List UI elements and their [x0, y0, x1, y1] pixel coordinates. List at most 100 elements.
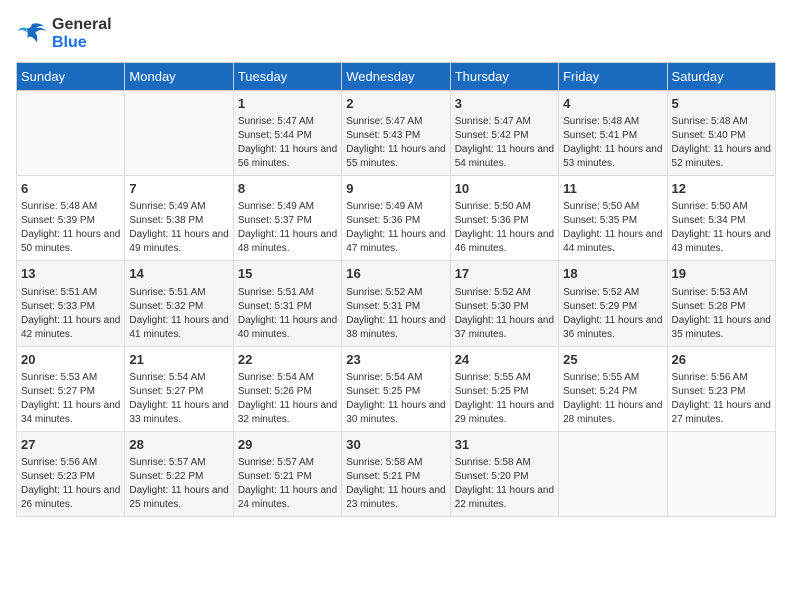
day-info: Sunrise: 5:58 AM Sunset: 5:20 PM Dayligh…: [455, 456, 554, 512]
day-number: 22: [238, 351, 337, 369]
day-info: Sunrise: 5:49 AM Sunset: 5:36 PM Dayligh…: [346, 200, 445, 256]
day-number: 5: [672, 95, 771, 113]
calendar-week-4: 20 Sunrise: 5:53 AM Sunset: 5:27 PM Dayli…: [17, 346, 776, 431]
day-number: 19: [672, 265, 771, 283]
calendar-cell: [559, 431, 667, 516]
calendar-cell: 13 Sunrise: 5:51 AM Sunset: 5:33 PM Dayli…: [17, 261, 125, 346]
day-info: Sunrise: 5:48 AM Sunset: 5:40 PM Dayligh…: [672, 115, 771, 171]
day-info: Sunrise: 5:47 AM Sunset: 5:42 PM Dayligh…: [455, 115, 554, 171]
calendar-body: 1 Sunrise: 5:47 AM Sunset: 5:44 PM Daylig…: [17, 91, 776, 517]
day-number: 2: [346, 95, 445, 113]
day-info: Sunrise: 5:51 AM Sunset: 5:33 PM Dayligh…: [21, 286, 120, 342]
calendar-cell: 20 Sunrise: 5:53 AM Sunset: 5:27 PM Dayli…: [17, 346, 125, 431]
day-info: Sunrise: 5:55 AM Sunset: 5:24 PM Dayligh…: [563, 371, 662, 427]
day-number: 30: [346, 436, 445, 454]
calendar-week-1: 1 Sunrise: 5:47 AM Sunset: 5:44 PM Daylig…: [17, 91, 776, 176]
calendar-cell: 15Sunrise: 5:51 AM Sunset: 5:31 PM Dayli…: [233, 261, 341, 346]
calendar-week-2: 6 Sunrise: 5:48 AM Sunset: 5:39 PM Daylig…: [17, 176, 776, 261]
day-info: Sunrise: 5:51 AM Sunset: 5:32 PM Dayligh…: [129, 286, 228, 342]
day-info: Sunrise: 5:48 AM Sunset: 5:41 PM Dayligh…: [563, 115, 662, 171]
calendar-cell: 25 Sunrise: 5:55 AM Sunset: 5:24 PM Dayli…: [559, 346, 667, 431]
day-number: 8: [238, 180, 337, 198]
day-number: 13: [21, 265, 120, 283]
calendar-cell: 19 Sunrise: 5:53 AM Sunset: 5:28 PM Dayli…: [667, 261, 775, 346]
day-info: Sunrise: 5:55 AM Sunset: 5:25 PM Dayligh…: [455, 371, 554, 427]
day-info: Sunrise: 5:50 AM Sunset: 5:34 PM Dayligh…: [672, 200, 771, 256]
calendar-cell: [17, 91, 125, 176]
day-info: Sunrise: 5:48 AM Sunset: 5:39 PM Dayligh…: [21, 200, 120, 256]
calendar-header: SundayMondayTuesdayWednesdayThursdayFrid…: [17, 63, 776, 91]
calendar-header-thursday: Thursday: [450, 63, 558, 91]
calendar-cell: [667, 431, 775, 516]
day-number: 6: [21, 180, 120, 198]
calendar-cell: 17Sunrise: 5:52 AM Sunset: 5:30 PM Dayli…: [450, 261, 558, 346]
calendar-cell: 2 Sunrise: 5:47 AM Sunset: 5:43 PM Daylig…: [342, 91, 450, 176]
day-number: 11: [563, 180, 662, 198]
day-info: Sunrise: 5:50 AM Sunset: 5:36 PM Dayligh…: [455, 200, 554, 256]
calendar-header-friday: Friday: [559, 63, 667, 91]
calendar-cell: 27Sunrise: 5:56 AM Sunset: 5:23 PM Dayli…: [17, 431, 125, 516]
day-number: 14: [129, 265, 228, 283]
day-number: 16: [346, 265, 445, 283]
calendar-cell: 11 Sunrise: 5:50 AM Sunset: 5:35 PM Dayli…: [559, 176, 667, 261]
day-info: Sunrise: 5:52 AM Sunset: 5:31 PM Dayligh…: [346, 286, 445, 342]
calendar-cell: [125, 91, 233, 176]
day-number: 24: [455, 351, 554, 369]
day-number: 15: [238, 265, 337, 283]
calendar-header-sunday: Sunday: [17, 63, 125, 91]
calendar-cell: 31 Sunrise: 5:58 AM Sunset: 5:20 PM Dayli…: [450, 431, 558, 516]
logo-icon: [16, 20, 48, 48]
calendar-cell: 10Sunrise: 5:50 AM Sunset: 5:36 PM Dayli…: [450, 176, 558, 261]
calendar-cell: 29 Sunrise: 5:57 AM Sunset: 5:21 PM Dayli…: [233, 431, 341, 516]
calendar-cell: 18Sunrise: 5:52 AM Sunset: 5:29 PM Dayli…: [559, 261, 667, 346]
calendar-cell: 16 Sunrise: 5:52 AM Sunset: 5:31 PM Dayli…: [342, 261, 450, 346]
calendar-cell: 8 Sunrise: 5:49 AM Sunset: 5:37 PM Daylig…: [233, 176, 341, 261]
day-number: 7: [129, 180, 228, 198]
day-number: 29: [238, 436, 337, 454]
calendar-cell: 14 Sunrise: 5:51 AM Sunset: 5:32 PM Dayli…: [125, 261, 233, 346]
day-number: 18: [563, 265, 662, 283]
calendar-cell: 4Sunrise: 5:48 AM Sunset: 5:41 PM Daylig…: [559, 91, 667, 176]
day-info: Sunrise: 5:53 AM Sunset: 5:28 PM Dayligh…: [672, 286, 771, 342]
day-number: 12: [672, 180, 771, 198]
calendar-cell: 28 Sunrise: 5:57 AM Sunset: 5:22 PM Dayli…: [125, 431, 233, 516]
day-info: Sunrise: 5:50 AM Sunset: 5:35 PM Dayligh…: [563, 200, 662, 256]
calendar-header-saturday: Saturday: [667, 63, 775, 91]
day-info: Sunrise: 5:53 AM Sunset: 5:27 PM Dayligh…: [21, 371, 120, 427]
day-info: Sunrise: 5:56 AM Sunset: 5:23 PM Dayligh…: [672, 371, 771, 427]
day-info: Sunrise: 5:47 AM Sunset: 5:44 PM Dayligh…: [238, 115, 337, 171]
day-info: Sunrise: 5:54 AM Sunset: 5:26 PM Dayligh…: [238, 371, 337, 427]
calendar-week-3: 13 Sunrise: 5:51 AM Sunset: 5:33 PM Dayli…: [17, 261, 776, 346]
calendar-cell: 30 Sunrise: 5:58 AM Sunset: 5:21 PM Dayli…: [342, 431, 450, 516]
day-number: 1: [238, 95, 337, 113]
calendar-week-5: 27Sunrise: 5:56 AM Sunset: 5:23 PM Dayli…: [17, 431, 776, 516]
day-info: Sunrise: 5:58 AM Sunset: 5:21 PM Dayligh…: [346, 456, 445, 512]
day-number: 3: [455, 95, 554, 113]
day-number: 25: [563, 351, 662, 369]
calendar-cell: 21 Sunrise: 5:54 AM Sunset: 5:27 PM Dayli…: [125, 346, 233, 431]
day-info: Sunrise: 5:49 AM Sunset: 5:37 PM Dayligh…: [238, 200, 337, 256]
day-number: 20: [21, 351, 120, 369]
calendar-cell: 6 Sunrise: 5:48 AM Sunset: 5:39 PM Daylig…: [17, 176, 125, 261]
day-number: 23: [346, 351, 445, 369]
day-number: 31: [455, 436, 554, 454]
calendar-cell: 9Sunrise: 5:49 AM Sunset: 5:36 PM Daylig…: [342, 176, 450, 261]
calendar-cell: 5 Sunrise: 5:48 AM Sunset: 5:40 PM Daylig…: [667, 91, 775, 176]
day-info: Sunrise: 5:57 AM Sunset: 5:21 PM Dayligh…: [238, 456, 337, 512]
calendar-cell: 26 Sunrise: 5:56 AM Sunset: 5:23 PM Dayli…: [667, 346, 775, 431]
day-info: Sunrise: 5:54 AM Sunset: 5:25 PM Dayligh…: [346, 371, 445, 427]
day-number: 26: [672, 351, 771, 369]
calendar-cell: 7 Sunrise: 5:49 AM Sunset: 5:38 PM Daylig…: [125, 176, 233, 261]
logo: General Blue: [16, 16, 112, 52]
day-number: 28: [129, 436, 228, 454]
calendar-cell: 22 Sunrise: 5:54 AM Sunset: 5:26 PM Dayli…: [233, 346, 341, 431]
logo-text: General Blue: [52, 16, 112, 52]
day-info: Sunrise: 5:49 AM Sunset: 5:38 PM Dayligh…: [129, 200, 228, 256]
day-number: 17: [455, 265, 554, 283]
calendar-table: SundayMondayTuesdayWednesdayThursdayFrid…: [16, 62, 776, 517]
day-info: Sunrise: 5:47 AM Sunset: 5:43 PM Dayligh…: [346, 115, 445, 171]
calendar-cell: 1 Sunrise: 5:47 AM Sunset: 5:44 PM Daylig…: [233, 91, 341, 176]
day-info: Sunrise: 5:57 AM Sunset: 5:22 PM Dayligh…: [129, 456, 228, 512]
day-number: 21: [129, 351, 228, 369]
day-info: Sunrise: 5:54 AM Sunset: 5:27 PM Dayligh…: [129, 371, 228, 427]
